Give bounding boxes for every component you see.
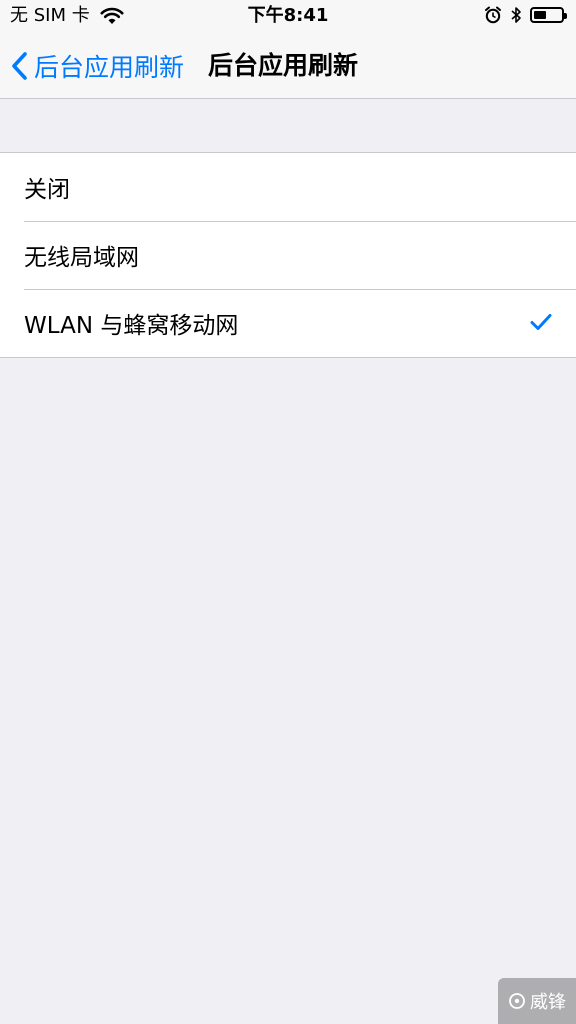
bluetooth-icon (511, 7, 521, 23)
navigation-bar: 后台应用刷新 后台应用刷新 (0, 34, 576, 99)
option-off[interactable]: 关闭 (0, 153, 576, 221)
checkmark-icon (530, 314, 552, 330)
alarm-icon (485, 6, 501, 24)
status-right (484, 6, 567, 24)
status-bar: 无 SIM 卡 下午8:41 (0, 0, 576, 34)
options-list: 关闭 无线局域网 WLAN 与蜂窝移动网 (0, 152, 576, 358)
feng-logo-icon (509, 993, 525, 1009)
option-label: 无线局域网 (24, 245, 139, 271)
chevron-left-icon (12, 52, 27, 80)
battery-fill (534, 11, 546, 19)
option-label: WLAN 与蜂窝移动网 (24, 313, 239, 339)
watermark: 威锋 (498, 978, 576, 1024)
battery-icon (530, 7, 567, 23)
option-label: 关闭 (24, 177, 70, 203)
page-title: 后台应用刷新 (208, 51, 359, 80)
option-wlan[interactable]: 无线局域网 (0, 221, 576, 289)
back-button-label: 后台应用刷新 (34, 53, 185, 82)
battery-cap (564, 13, 567, 19)
watermark-text: 威锋 (530, 992, 566, 1013)
option-wlan-cellular[interactable]: WLAN 与蜂窝移动网 (0, 289, 576, 357)
back-button[interactable]: 后台应用刷新 (10, 48, 184, 84)
